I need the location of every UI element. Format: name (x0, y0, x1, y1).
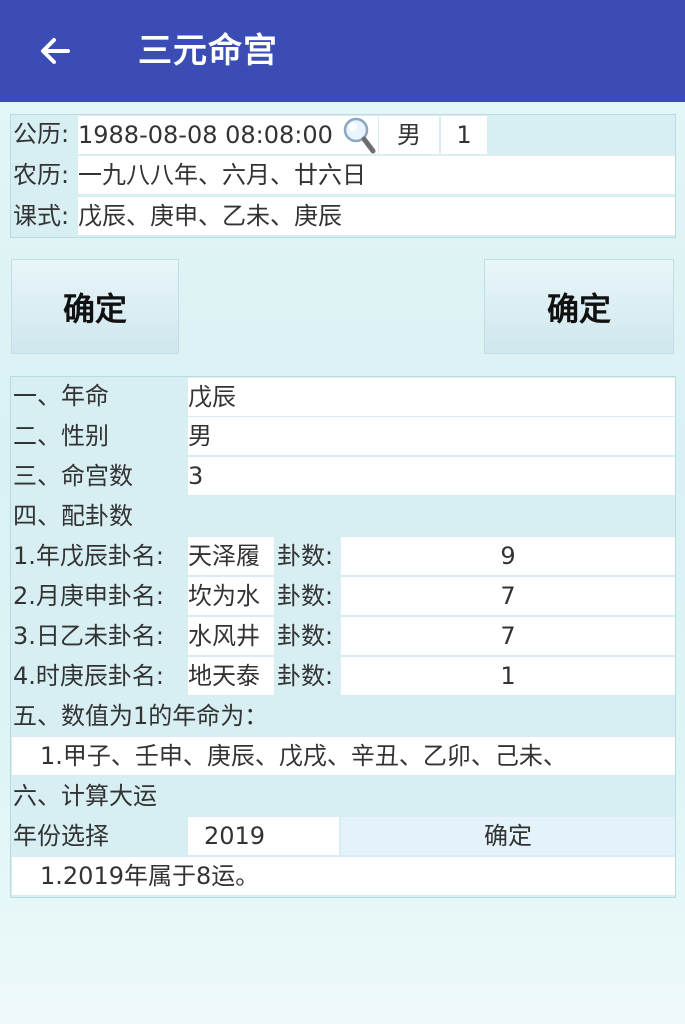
lunar-label: 农历: (11, 156, 77, 194)
trigram-row-count: 9 (341, 537, 675, 575)
trigram-row-label: 1.年戊辰卦名: (11, 537, 186, 575)
lunar-value: 一九八八年、六月、廿六日 (78, 156, 675, 194)
year-select-label: 年份选择 (11, 817, 186, 855)
trigram-row-name: 坎为水 (188, 577, 274, 615)
gender-select[interactable]: 男 (379, 116, 439, 154)
trigram-row-name: 水风井 (188, 617, 274, 655)
trigram-heading: 四、配卦数 (11, 497, 675, 535)
value1-heading: 五、数值为1的年命为： (11, 697, 675, 735)
trigram-row-label: 3.日乙未卦名: (11, 617, 186, 655)
trigram-row-count: 7 (341, 577, 675, 615)
year-fate-label: 一、年命 (11, 377, 186, 415)
solar-label: 公历: (11, 115, 77, 153)
confirm-button-right[interactable]: 确定 (484, 259, 674, 354)
pattern-label: 课式: (11, 197, 77, 235)
results-table: 一、年命 戊辰 二、性别 男 三、命宫数 3 四、配卦数 1.年戊辰卦名: 天泽… (10, 376, 676, 898)
app-bar: 三元命宫 (0, 0, 685, 102)
trigram-row-name: 地天泰 (188, 657, 274, 695)
search-icon[interactable] (341, 115, 377, 155)
back-button[interactable] (30, 26, 80, 76)
solar-datetime-field[interactable]: 1988-08-08 08:08:00 (78, 116, 378, 154)
luck-heading: 六、计算大运 (11, 777, 675, 815)
trigram-row-count-label: 卦数: (275, 657, 339, 695)
solar-datetime-value: 1988-08-08 08:08:00 (78, 121, 333, 149)
input-form: 公历: 1988-08-08 08:08:00 男 1 农历: 一九八八年、六月… (10, 114, 676, 238)
luck-result: 1.2019年属于8运。 (12, 857, 675, 895)
gender-label: 二、性别 (11, 417, 186, 455)
page-title: 三元命宫 (138, 31, 278, 71)
year-select-input[interactable]: 2019 (188, 817, 339, 855)
trigram-row-count-label: 卦数: (275, 617, 339, 655)
palace-number-value: 3 (188, 457, 675, 495)
gender-select-value: 男 (397, 121, 421, 149)
trigram-row-count-label: 卦数: (275, 537, 339, 575)
pattern-value: 戊辰、庚申、乙未、庚辰 (78, 197, 675, 235)
trigram-row-count: 1 (341, 657, 675, 695)
trigram-row-name: 天泽履 (188, 537, 274, 575)
confirm-button-left[interactable]: 确定 (11, 259, 179, 354)
trigram-row-count-label: 卦数: (275, 577, 339, 615)
year-fate-value: 戊辰 (188, 378, 675, 416)
number-field-value: 1 (456, 121, 472, 149)
year-select-value: 2019 (204, 822, 266, 850)
palace-number-label: 三、命宫数 (11, 457, 186, 495)
trigram-row-count: 7 (341, 617, 675, 655)
number-field[interactable]: 1 (441, 116, 487, 154)
arrow-left-icon (41, 38, 70, 64)
trigram-row-label: 4.时庚辰卦名: (11, 657, 186, 695)
year-confirm-button[interactable]: 确定 (341, 817, 675, 855)
trigram-row-label: 2.月庚申卦名: (11, 577, 186, 615)
value1-list: 1.甲子、壬申、庚辰、戊戌、辛丑、乙卯、己未、 (12, 737, 675, 775)
gender-value: 男 (188, 417, 675, 455)
